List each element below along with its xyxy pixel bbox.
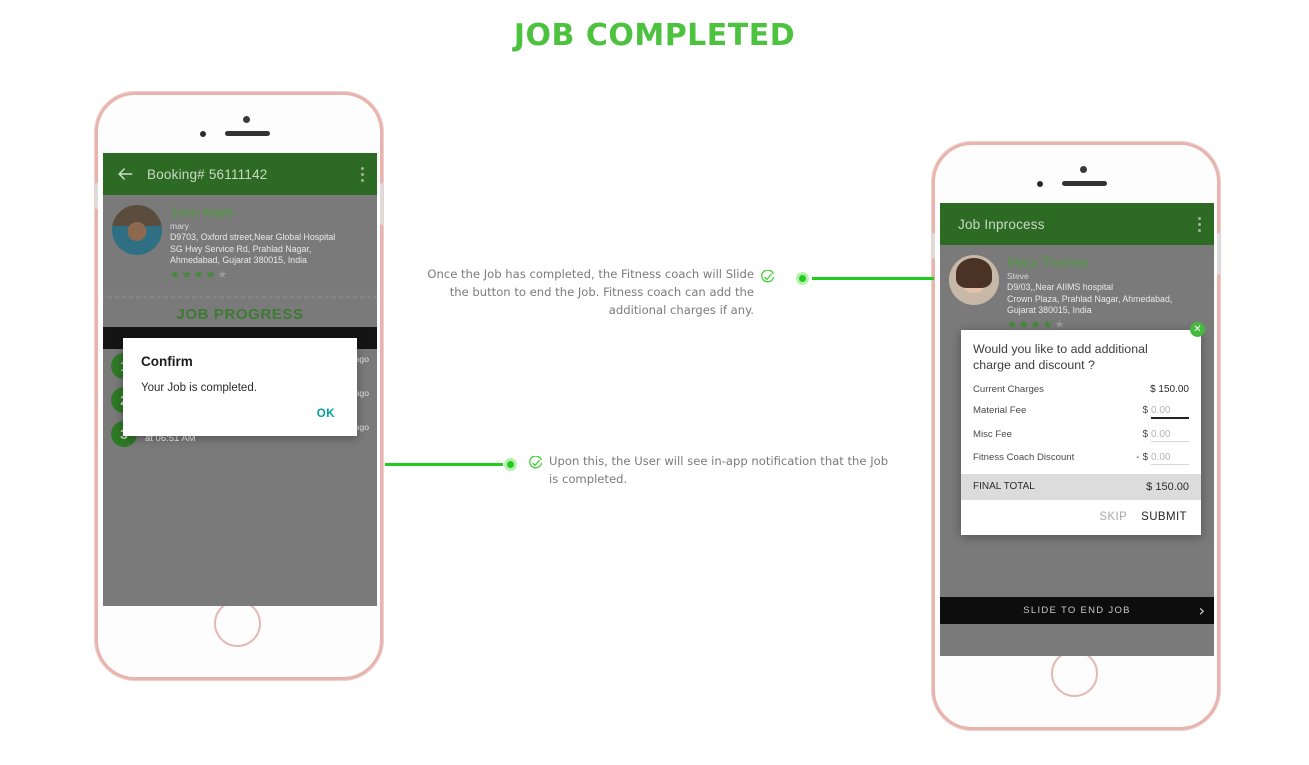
earpiece-speaker-icon: [1062, 181, 1107, 186]
dot-marker-icon: [504, 458, 517, 471]
front-camera-icon: [200, 131, 206, 137]
address-line-1: D9/03,,Near AIIMS hospital: [1007, 282, 1114, 292]
job-progress-heading: JOB PROGRESS: [176, 305, 304, 323]
confirm-dialog: Confirm Your Job is completed. OK: [123, 338, 357, 436]
rating-stars: ★★★★★: [1007, 318, 1067, 331]
slide-bar-label: SLIDE TO END JOB: [1023, 605, 1131, 616]
skip-button[interactable]: SKIP: [1099, 511, 1127, 523]
final-total-value: $ 150.00: [1146, 481, 1189, 493]
final-total-label: FINAL TOTAL: [973, 481, 1035, 492]
row-label: Fitness Coach Discount: [973, 452, 1075, 463]
left-phone-frame: Booking# 56111142 John Mark mary D9703, …: [95, 92, 383, 680]
page-title: JOB COMPLETED: [513, 18, 796, 53]
annotation-bottom: Upon this, the User will see in-app noti…: [549, 452, 901, 488]
row-label: Current Charges: [973, 384, 1044, 395]
arrow-left-icon[interactable]: [115, 164, 135, 184]
home-button[interactable]: [214, 600, 261, 647]
annotation-top: Once the Job has completed, the Fitness …: [424, 265, 754, 319]
additional-charge-dialog: ✕ Would you like to add additional charg…: [961, 322, 1205, 535]
chevron-right-icon: ›: [1198, 600, 1205, 620]
address-line-3: Ahmedabad, Gujarat 380015, India: [170, 255, 307, 265]
discount-input[interactable]: 0.00: [1151, 452, 1189, 465]
avatar: [112, 205, 162, 255]
annotation-bottom-text: Upon this, the User will see in-app noti…: [549, 454, 889, 486]
misc-fee-input[interactable]: 0.00: [1151, 429, 1189, 442]
check-circle-icon: [528, 455, 543, 471]
row-label: Misc Fee: [973, 429, 1012, 440]
submit-button[interactable]: SUBMIT: [1141, 511, 1187, 523]
kebab-menu-icon[interactable]: [361, 166, 365, 182]
table-row: Misc Fee $ 0.00: [961, 424, 1201, 447]
home-button[interactable]: [1051, 650, 1098, 697]
address-line-1: D9703, Oxford street,Near Global Hospita…: [170, 232, 336, 242]
final-total-row: FINAL TOTAL $ 150.00: [961, 474, 1201, 500]
dot-marker-icon: [796, 272, 809, 285]
customer-sub: Steve: [1007, 271, 1029, 281]
sensor-dot-icon: [243, 116, 250, 123]
sensor-dot-icon: [1080, 166, 1087, 173]
rating-stars: ★★★★★: [170, 268, 230, 281]
dialog-title: Confirm: [141, 354, 193, 369]
material-fee-input[interactable]: 0.00: [1151, 405, 1189, 419]
currency-symbol: $: [1142, 405, 1148, 416]
dialog-question: Would you like to add additional charge …: [973, 342, 1148, 372]
kebab-menu-icon[interactable]: [1198, 216, 1202, 232]
right-profile-card: Mary Thomas Steve D9/03,,Near AIIMS hosp…: [940, 245, 1214, 335]
close-circle-icon[interactable]: ✕: [1190, 322, 1205, 337]
dialog-actions: SKIP SUBMIT: [961, 500, 1201, 535]
right-appbar-title: Job Inprocess: [958, 216, 1045, 232]
left-appbar-title: Booking# 56111142: [147, 166, 268, 182]
slide-to-end-job-bar[interactable]: SLIDE TO END JOB ›: [940, 597, 1214, 624]
avatar: [949, 255, 999, 305]
row-value: $ 150.00: [1150, 384, 1189, 395]
right-appbar: Job Inprocess: [940, 203, 1214, 245]
minus-sign: -: [1136, 452, 1140, 463]
left-appbar: Booking# 56111142: [103, 153, 377, 195]
address-line-2: SG Hwy Service Rd, Prahlad Nagar,: [170, 243, 312, 254]
address-line-3: Gujarat 380015, India: [1007, 305, 1092, 315]
customer-name: Mary Thomas: [1007, 255, 1090, 270]
ticket-divider: [103, 290, 377, 298]
currency-symbol: $: [1142, 452, 1148, 463]
table-row: Fitness Coach Discount - $ 0.00: [961, 447, 1201, 470]
address-line-2: Crown Plaza, Prahlad Nagar, Ahmedabad,: [1007, 293, 1173, 304]
customer-sub: mary: [170, 221, 189, 231]
earpiece-speaker-icon: [225, 131, 270, 136]
right-phone-frame: Job Inprocess Mary Thomas Steve D9/03,,N…: [932, 142, 1220, 730]
table-row: Current Charges $ 150.00: [961, 379, 1201, 400]
screenshot-root: JOB COMPLETED Booking# 56111142 John Mar…: [0, 0, 1309, 765]
front-camera-icon: [1037, 181, 1043, 187]
ok-button[interactable]: OK: [123, 394, 357, 432]
check-circle-icon: [760, 269, 775, 285]
connector-line-top: [812, 277, 934, 280]
table-row: Material Fee $ 0.00: [961, 400, 1201, 424]
annotation-top-text: Once the Job has completed, the Fitness …: [427, 267, 754, 317]
left-profile-card: John Mark mary D9703, Oxford street,Near…: [103, 195, 377, 285]
dialog-message: Your Job is completed.: [141, 382, 257, 394]
currency-symbol: $: [1142, 429, 1148, 440]
row-label: Material Fee: [973, 405, 1027, 416]
connector-line-bottom: [385, 463, 503, 466]
customer-name: John Mark: [170, 205, 234, 220]
